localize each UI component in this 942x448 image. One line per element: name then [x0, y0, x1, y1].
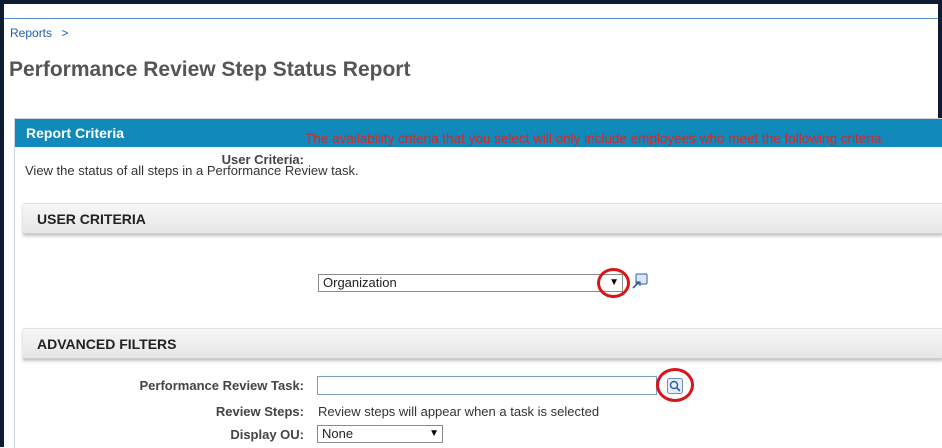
user-criteria-select[interactable]: Organization ▼	[318, 274, 623, 292]
window-frame-left	[0, 0, 4, 447]
breadcrumb-reports-link[interactable]: Reports	[10, 26, 52, 40]
window-frame-top	[0, 0, 942, 4]
user-criteria-label: User Criteria:	[221, 152, 304, 167]
display-ou-select[interactable]: None ▼	[317, 425, 443, 443]
highlight-ring-dropdown	[597, 268, 630, 298]
display-ou-label: Display OU:	[230, 427, 304, 442]
performance-review-task-label: Performance Review Task:	[139, 378, 305, 393]
task-picker-icon[interactable]	[667, 378, 683, 394]
page-title: Performance Review Step Status Report	[9, 58, 411, 81]
advanced-filters-section-title: ADVANCED FILTERS	[37, 336, 177, 352]
advanced-filters-section-bar: ADVANCED FILTERS	[23, 328, 942, 359]
criteria-picker-icon[interactable]	[632, 273, 648, 289]
breadcrumb: Reports >	[10, 26, 68, 40]
user-criteria-section-bar: USER CRITERIA	[23, 203, 942, 234]
chevron-down-icon: ▼	[429, 428, 439, 439]
review-steps-label: Review Steps:	[215, 404, 304, 419]
user-criteria-selected-value: Organization	[323, 275, 397, 290]
review-steps-text: Review steps will appear when a task is …	[318, 404, 600, 419]
breadcrumb-separator: >	[61, 26, 69, 40]
header-divider	[4, 18, 938, 19]
user-criteria-section-title: USER CRITERIA	[37, 211, 146, 227]
display-ou-selected-value: None	[322, 426, 354, 441]
performance-review-task-input[interactable]	[317, 376, 657, 395]
availability-warning: The availability criteria that you selec…	[305, 131, 882, 146]
